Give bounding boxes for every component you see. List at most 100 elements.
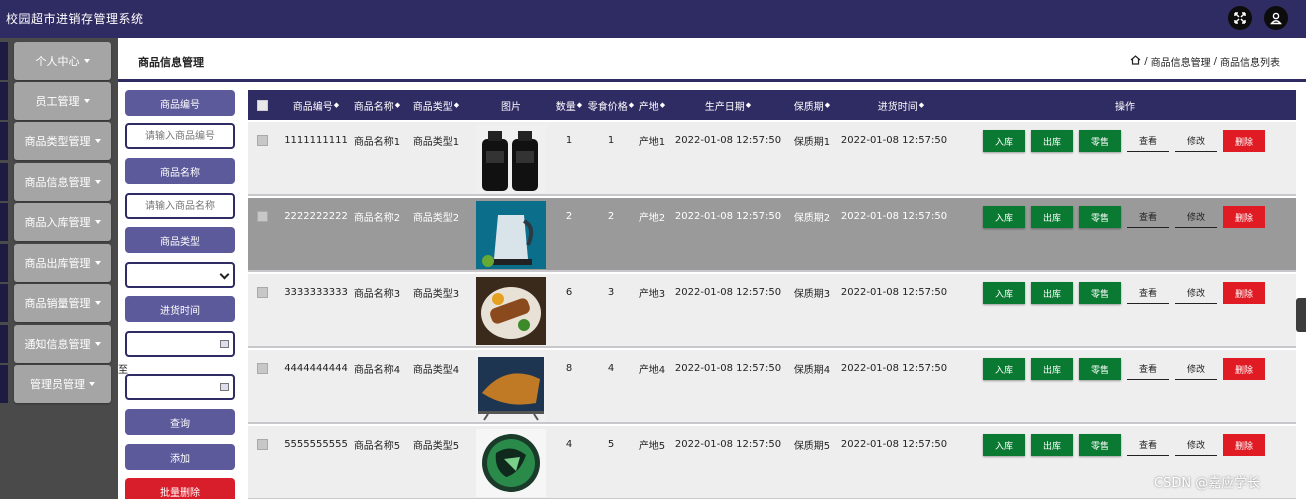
fullscreen-icon[interactable] xyxy=(1228,6,1252,30)
row-checkbox[interactable] xyxy=(257,135,268,146)
view-button[interactable]: 查看 xyxy=(1127,206,1169,228)
product-image xyxy=(476,429,546,497)
select-all-checkbox[interactable] xyxy=(257,100,268,111)
chevron-down-icon xyxy=(83,59,90,63)
stock-out-button[interactable]: 出库 xyxy=(1031,206,1073,228)
cell-name: 商品名称3 xyxy=(353,288,401,300)
th-prod-date[interactable]: 生产日期 ◆ xyxy=(694,90,762,120)
code-input[interactable] xyxy=(125,123,235,149)
table-header: 商品编号 ◆ 商品名称 ◆ 商品类型 ◆ 图片 数量 ◆ 零食价格 ◆ 产地 ◆ 生产日期 ◆… xyxy=(248,90,1296,120)
cell-prod-date: 2022-01-08 12:57:50 xyxy=(674,438,782,450)
cell-in-time: 2022-01-08 12:57:50 xyxy=(840,362,948,374)
stock-in-button[interactable]: 入库 xyxy=(983,130,1025,152)
stock-out-button[interactable]: 出库 xyxy=(1031,282,1073,304)
cell-prod-date: 2022-01-08 12:57:50 xyxy=(674,286,782,298)
stock-in-button[interactable]: 入库 xyxy=(983,434,1025,456)
cell-type: 商品类型4 xyxy=(412,364,460,376)
calendar-icon[interactable] xyxy=(220,340,229,348)
row-checkbox[interactable] xyxy=(257,287,268,298)
row-checkbox[interactable] xyxy=(257,211,268,222)
chevron-down-icon xyxy=(94,220,101,224)
sidebar-item-stock-out[interactable]: 商品出库管理 xyxy=(0,244,112,282)
retail-button[interactable]: 零售 xyxy=(1079,130,1121,152)
chevron-down-icon xyxy=(89,382,95,386)
cell-price: 1 xyxy=(607,134,615,146)
name-input[interactable] xyxy=(125,193,235,219)
side-drawer-toggle[interactable] xyxy=(1296,298,1306,332)
cell-shelf-life: 保质期4 xyxy=(793,364,831,376)
sidebar-item-product-type[interactable]: 商品类型管理 xyxy=(0,122,112,160)
th-qty[interactable]: 数量 ◆ xyxy=(552,90,586,120)
th-code[interactable]: 商品编号 ◆ xyxy=(284,90,348,120)
sidebar-item-staff[interactable]: 员工管理 xyxy=(0,82,112,120)
row-checkbox[interactable] xyxy=(257,439,268,450)
stock-out-button[interactable]: 出库 xyxy=(1031,358,1073,380)
user-icon[interactable] xyxy=(1264,6,1288,30)
sidebar-item-personal-center[interactable]: 个人中心 xyxy=(0,42,112,80)
edit-button[interactable]: 修改 xyxy=(1175,434,1217,456)
type-select[interactable] xyxy=(125,262,235,288)
product-table: 商品编号 ◆ 商品名称 ◆ 商品类型 ◆ 图片 数量 ◆ 零食价格 ◆ 产地 ◆ 生产日期 ◆… xyxy=(248,90,1296,499)
calendar-icon[interactable] xyxy=(220,383,229,391)
edit-button[interactable]: 修改 xyxy=(1175,206,1217,228)
sidebar-item-notice[interactable]: 通知信息管理 xyxy=(0,325,112,363)
view-button[interactable]: 查看 xyxy=(1127,282,1169,304)
home-icon[interactable] xyxy=(1130,55,1141,68)
retail-button[interactable]: 零售 xyxy=(1079,434,1121,456)
delete-button[interactable]: 删除 xyxy=(1223,282,1265,304)
th-image: 图片 xyxy=(501,101,521,113)
delete-button[interactable]: 删除 xyxy=(1223,130,1265,152)
stock-in-button[interactable]: 入库 xyxy=(983,282,1025,304)
breadcrumb-item-current: 商品信息列表 xyxy=(1220,58,1280,69)
delete-button[interactable]: 删除 xyxy=(1223,206,1265,228)
th-type[interactable]: 商品类型 ◆ xyxy=(408,90,464,120)
edit-button[interactable]: 修改 xyxy=(1175,130,1217,152)
view-button[interactable]: 查看 xyxy=(1127,358,1169,380)
page-header: 商品信息管理 / 商品信息管理 / 商品信息列表 xyxy=(118,38,1306,82)
add-button[interactable]: 添加 xyxy=(125,444,235,470)
breadcrumb-item[interactable]: 商品信息管理 xyxy=(1151,54,1211,69)
th-origin[interactable]: 产地 ◆ xyxy=(636,90,668,120)
breadcrumb-separator: / xyxy=(1213,56,1217,67)
cell-shelf-life: 保质期3 xyxy=(793,288,831,300)
stock-out-button[interactable]: 出库 xyxy=(1031,130,1073,152)
query-button[interactable]: 查询 xyxy=(125,409,235,435)
date-start-input[interactable] xyxy=(125,331,235,357)
sidebar-item-product-info[interactable]: 商品信息管理 xyxy=(0,163,112,201)
date-end-input[interactable] xyxy=(125,374,235,400)
breadcrumb: / 商品信息管理 / 商品信息列表 xyxy=(1130,54,1280,69)
sidebar-item-admin[interactable]: 管理员管理 xyxy=(0,365,112,403)
stock-out-button[interactable]: 出库 xyxy=(1031,434,1073,456)
chevron-down-icon xyxy=(94,180,101,184)
view-button[interactable]: 查看 xyxy=(1127,434,1169,456)
view-button[interactable]: 查看 xyxy=(1127,130,1169,152)
cell-qty: 2 xyxy=(565,210,573,222)
sidebar-item-sales[interactable]: 商品销量管理 xyxy=(0,284,112,322)
retail-button[interactable]: 零售 xyxy=(1079,206,1121,228)
th-name[interactable]: 商品名称 ◆ xyxy=(350,90,404,120)
retail-button[interactable]: 零售 xyxy=(1079,282,1121,304)
th-shelf-life[interactable]: 保质期 ◆ xyxy=(788,90,836,120)
stock-in-button[interactable]: 入库 xyxy=(983,358,1025,380)
row-checkbox[interactable] xyxy=(257,363,268,374)
app-title: 校园超市进销存管理系统 xyxy=(6,12,144,26)
th-in-time[interactable]: 进货时间 ◆ xyxy=(864,90,938,120)
retail-button[interactable]: 零售 xyxy=(1079,358,1121,380)
edit-button[interactable]: 修改 xyxy=(1175,282,1217,304)
cell-in-time: 2022-01-08 12:57:50 xyxy=(840,210,948,222)
batch-delete-button[interactable]: 批量删除 xyxy=(125,478,235,499)
delete-button[interactable]: 删除 xyxy=(1223,434,1265,456)
chevron-down-icon xyxy=(94,139,101,143)
cell-price: 4 xyxy=(607,362,615,374)
cell-shelf-life: 保质期2 xyxy=(793,212,831,224)
edit-button[interactable]: 修改 xyxy=(1175,358,1217,380)
sidebar-item-stock-in[interactable]: 商品入库管理 xyxy=(0,203,112,241)
sidebar-item-label: 商品销量管理 xyxy=(24,297,91,310)
stock-in-button[interactable]: 入库 xyxy=(983,206,1025,228)
sidebar-item-label: 员工管理 xyxy=(35,95,80,108)
cell-code: 5555555555 xyxy=(284,438,348,450)
th-price[interactable]: 零食价格 ◆ xyxy=(586,90,636,120)
type-label: 商品类型 xyxy=(125,227,235,253)
delete-button[interactable]: 删除 xyxy=(1223,358,1265,380)
th-actions: 操作 xyxy=(1115,101,1135,113)
